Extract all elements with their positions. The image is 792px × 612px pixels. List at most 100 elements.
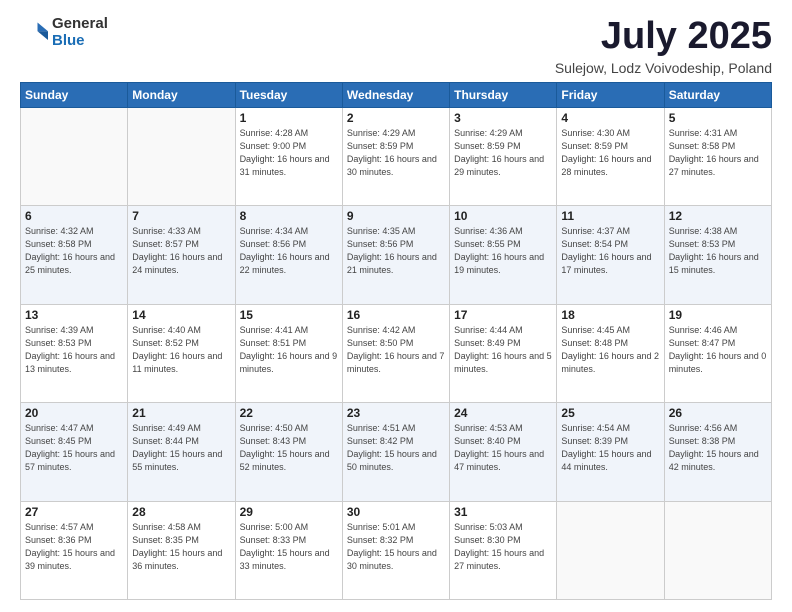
day-number: 13 bbox=[25, 308, 123, 322]
day-info: Sunrise: 4:32 AM Sunset: 8:58 PM Dayligh… bbox=[25, 225, 123, 277]
day-info: Sunrise: 4:38 AM Sunset: 8:53 PM Dayligh… bbox=[669, 225, 767, 277]
calendar-week-row: 1 Sunrise: 4:28 AM Sunset: 9:00 PM Daylig… bbox=[21, 107, 772, 205]
day-number: 26 bbox=[669, 406, 767, 420]
day-number: 15 bbox=[240, 308, 338, 322]
day-number: 18 bbox=[561, 308, 659, 322]
day-number: 5 bbox=[669, 111, 767, 125]
day-info: Sunrise: 5:03 AM Sunset: 8:30 PM Dayligh… bbox=[454, 521, 552, 573]
table-row bbox=[21, 107, 128, 205]
table-row: 2 Sunrise: 4:29 AM Sunset: 8:59 PM Daylig… bbox=[342, 107, 449, 205]
title-month: July 2025 bbox=[555, 16, 772, 58]
day-number: 4 bbox=[561, 111, 659, 125]
day-info: Sunrise: 5:00 AM Sunset: 8:33 PM Dayligh… bbox=[240, 521, 338, 573]
col-tuesday: Tuesday bbox=[235, 82, 342, 107]
table-row: 9 Sunrise: 4:35 AM Sunset: 8:56 PM Daylig… bbox=[342, 206, 449, 304]
table-row: 7 Sunrise: 4:33 AM Sunset: 8:57 PM Daylig… bbox=[128, 206, 235, 304]
table-row bbox=[664, 501, 771, 599]
calendar-week-row: 20 Sunrise: 4:47 AM Sunset: 8:45 PM Dayli… bbox=[21, 403, 772, 501]
logo-general-text: General bbox=[52, 16, 108, 33]
calendar-header-row: Sunday Monday Tuesday Wednesday Thursday… bbox=[21, 82, 772, 107]
table-row: 21Sunrise: 4:49 AM Sunset: 8:44 PM Dayli… bbox=[128, 403, 235, 501]
table-row: 1 Sunrise: 4:28 AM Sunset: 9:00 PM Daylig… bbox=[235, 107, 342, 205]
day-info: Sunrise: 4:35 AM Sunset: 8:56 PM Dayligh… bbox=[347, 225, 445, 277]
table-row: 20 Sunrise: 4:47 AM Sunset: 8:45 PM Dayli… bbox=[21, 403, 128, 501]
table-row: 25 Sunrise: 4:54 AM Sunset: 8:39 PM Dayli… bbox=[557, 403, 664, 501]
day-info: Sunrise: 4:58 AM Sunset: 8:35 PM Dayligh… bbox=[132, 521, 230, 573]
table-row: 29 Sunrise: 5:00 AM Sunset: 8:33 PM Dayli… bbox=[235, 501, 342, 599]
title-block: July 2025 Sulejow, Lodz Voivodeship, Pol… bbox=[555, 16, 772, 76]
day-number: 21 bbox=[132, 406, 230, 420]
day-number: 31 bbox=[454, 505, 552, 519]
logo-icon bbox=[20, 19, 48, 47]
table-row: 3 Sunrise: 4:29 AM Sunset: 8:59 PM Daylig… bbox=[450, 107, 557, 205]
page: General Blue July 2025 Sulejow, Lodz Voi… bbox=[0, 0, 792, 612]
day-number: 7 bbox=[132, 209, 230, 223]
table-row: 18 Sunrise: 4:45 AM Sunset: 8:48 PM Dayli… bbox=[557, 304, 664, 402]
day-number: 3 bbox=[454, 111, 552, 125]
col-saturday: Saturday bbox=[664, 82, 771, 107]
day-info: Sunrise: 4:42 AM Sunset: 8:50 PM Dayligh… bbox=[347, 324, 445, 376]
table-row: 12 Sunrise: 4:38 AM Sunset: 8:53 PM Dayli… bbox=[664, 206, 771, 304]
day-number: 10 bbox=[454, 209, 552, 223]
day-number: 17 bbox=[454, 308, 552, 322]
day-number: 28 bbox=[132, 505, 230, 519]
day-number: 2 bbox=[347, 111, 445, 125]
day-info: Sunrise: 4:36 AM Sunset: 8:55 PM Dayligh… bbox=[454, 225, 552, 277]
day-info: Sunrise: 4:46 AM Sunset: 8:47 PM Dayligh… bbox=[669, 324, 767, 376]
day-number: 23 bbox=[347, 406, 445, 420]
day-number: 14 bbox=[132, 308, 230, 322]
table-row: 22Sunrise: 4:50 AM Sunset: 8:43 PM Dayli… bbox=[235, 403, 342, 501]
day-info: Sunrise: 4:45 AM Sunset: 8:48 PM Dayligh… bbox=[561, 324, 659, 376]
day-info: Sunrise: 4:29 AM Sunset: 8:59 PM Dayligh… bbox=[454, 127, 552, 179]
day-info: Sunrise: 4:33 AM Sunset: 8:57 PM Dayligh… bbox=[132, 225, 230, 277]
day-info: Sunrise: 4:47 AM Sunset: 8:45 PM Dayligh… bbox=[25, 422, 123, 474]
day-info: Sunrise: 4:44 AM Sunset: 8:49 PM Dayligh… bbox=[454, 324, 552, 376]
table-row: 16 Sunrise: 4:42 AM Sunset: 8:50 PM Dayli… bbox=[342, 304, 449, 402]
day-info: Sunrise: 4:51 AM Sunset: 8:42 PM Dayligh… bbox=[347, 422, 445, 474]
day-number: 29 bbox=[240, 505, 338, 519]
table-row: 24 Sunrise: 4:53 AM Sunset: 8:40 PM Dayli… bbox=[450, 403, 557, 501]
table-row: 8 Sunrise: 4:34 AM Sunset: 8:56 PM Daylig… bbox=[235, 206, 342, 304]
calendar-week-row: 13 Sunrise: 4:39 AM Sunset: 8:53 PM Dayli… bbox=[21, 304, 772, 402]
table-row: 17 Sunrise: 4:44 AM Sunset: 8:49 PM Dayli… bbox=[450, 304, 557, 402]
table-row: 13 Sunrise: 4:39 AM Sunset: 8:53 PM Dayli… bbox=[21, 304, 128, 402]
day-number: 9 bbox=[347, 209, 445, 223]
day-number: 16 bbox=[347, 308, 445, 322]
day-info: Sunrise: 4:29 AM Sunset: 8:59 PM Dayligh… bbox=[347, 127, 445, 179]
day-number: 1 bbox=[240, 111, 338, 125]
table-row: 27Sunrise: 4:57 AM Sunset: 8:36 PM Dayli… bbox=[21, 501, 128, 599]
day-info: Sunrise: 4:53 AM Sunset: 8:40 PM Dayligh… bbox=[454, 422, 552, 474]
col-monday: Monday bbox=[128, 82, 235, 107]
table-row: 15 Sunrise: 4:41 AM Sunset: 8:51 PM Dayli… bbox=[235, 304, 342, 402]
day-info: Sunrise: 4:39 AM Sunset: 8:53 PM Dayligh… bbox=[25, 324, 123, 376]
day-number: 20 bbox=[25, 406, 123, 420]
day-number: 25 bbox=[561, 406, 659, 420]
day-info: Sunrise: 4:57 AM Sunset: 8:36 PM Dayligh… bbox=[25, 521, 123, 573]
calendar-week-row: 27Sunrise: 4:57 AM Sunset: 8:36 PM Dayli… bbox=[21, 501, 772, 599]
day-number: 12 bbox=[669, 209, 767, 223]
table-row: 19 Sunrise: 4:46 AM Sunset: 8:47 PM Dayli… bbox=[664, 304, 771, 402]
table-row: 10 Sunrise: 4:36 AM Sunset: 8:55 PM Dayli… bbox=[450, 206, 557, 304]
day-info: Sunrise: 4:50 AM Sunset: 8:43 PM Dayligh… bbox=[240, 422, 338, 474]
table-row: 5Sunrise: 4:31 AM Sunset: 8:58 PM Daylig… bbox=[664, 107, 771, 205]
title-location: Sulejow, Lodz Voivodeship, Poland bbox=[555, 60, 772, 76]
day-info: Sunrise: 4:34 AM Sunset: 8:56 PM Dayligh… bbox=[240, 225, 338, 277]
logo-blue-text: Blue bbox=[52, 33, 108, 50]
table-row: 31 Sunrise: 5:03 AM Sunset: 8:30 PM Dayli… bbox=[450, 501, 557, 599]
day-number: 6 bbox=[25, 209, 123, 223]
day-info: Sunrise: 5:01 AM Sunset: 8:32 PM Dayligh… bbox=[347, 521, 445, 573]
day-number: 8 bbox=[240, 209, 338, 223]
day-info: Sunrise: 4:54 AM Sunset: 8:39 PM Dayligh… bbox=[561, 422, 659, 474]
table-row: 11Sunrise: 4:37 AM Sunset: 8:54 PM Dayli… bbox=[557, 206, 664, 304]
day-info: Sunrise: 4:40 AM Sunset: 8:52 PM Dayligh… bbox=[132, 324, 230, 376]
day-number: 19 bbox=[669, 308, 767, 322]
col-sunday: Sunday bbox=[21, 82, 128, 107]
day-number: 11 bbox=[561, 209, 659, 223]
table-row: 23 Sunrise: 4:51 AM Sunset: 8:42 PM Dayli… bbox=[342, 403, 449, 501]
day-info: Sunrise: 4:41 AM Sunset: 8:51 PM Dayligh… bbox=[240, 324, 338, 376]
col-friday: Friday bbox=[557, 82, 664, 107]
day-number: 24 bbox=[454, 406, 552, 420]
table-row bbox=[128, 107, 235, 205]
calendar-week-row: 6 Sunrise: 4:32 AM Sunset: 8:58 PM Daylig… bbox=[21, 206, 772, 304]
day-info: Sunrise: 4:28 AM Sunset: 9:00 PM Dayligh… bbox=[240, 127, 338, 179]
